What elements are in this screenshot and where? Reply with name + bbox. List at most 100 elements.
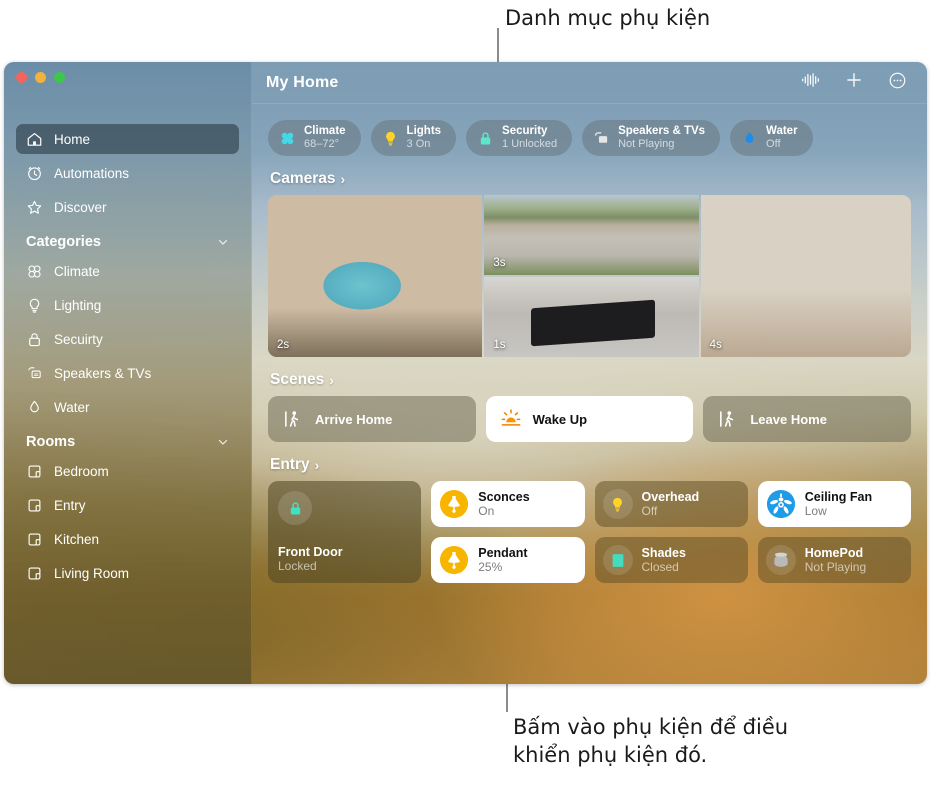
close-button[interactable]	[16, 72, 27, 83]
page-title: My Home	[266, 73, 339, 91]
chip-climate-label: Climate	[304, 125, 346, 138]
sidebar-item-home[interactable]: Home	[16, 124, 239, 154]
homepod-icon	[765, 545, 796, 575]
accessory-status-homepod: Not Playing	[804, 560, 867, 575]
accessory-sconces[interactable]: Sconces On	[431, 481, 585, 527]
camera-tile-garage[interactable]: 1s	[484, 277, 699, 357]
speaker-tv-icon	[26, 365, 43, 382]
toolbar-actions	[801, 71, 907, 95]
section-header-entry[interactable]: Entry ›	[270, 456, 911, 474]
sidebar-item-security[interactable]: Secuirty	[16, 324, 239, 354]
droplet-icon	[741, 130, 758, 147]
scene-arrive-home[interactable]: Arrive Home	[268, 396, 476, 442]
sidebar-section-rooms[interactable]: Rooms	[26, 434, 229, 450]
sidebar-item-discover[interactable]: Discover	[16, 192, 239, 222]
section-header-scenes[interactable]: Scenes ›	[270, 371, 911, 389]
chip-speakers-status: Not Playing	[618, 138, 675, 151]
scene-label-wake-up: Wake Up	[532, 411, 588, 427]
sidebar-item-living-room[interactable]: Living Room	[16, 558, 239, 588]
chip-security[interactable]: Security 1 Unlocked	[466, 120, 573, 156]
scene-wake-up[interactable]: Wake Up	[485, 396, 694, 442]
screenshot-root: Danh mục phụ kiện Bấm vào phụ kiện để đi…	[0, 0, 931, 785]
maximize-button[interactable]	[54, 72, 65, 83]
chip-water[interactable]: Water Off	[730, 120, 813, 156]
sidebar-label-automations: Automations	[54, 165, 130, 181]
accessory-homepod[interactable]: HomePod Not Playing	[757, 537, 911, 583]
sunrise-icon	[500, 408, 522, 430]
sidebar-item-climate[interactable]: Climate	[16, 256, 239, 286]
accessory-status-shades: Closed	[641, 560, 679, 575]
camera-tile-driveway[interactable]: 3s	[484, 195, 699, 275]
accessory-overhead[interactable]: Overhead Off	[594, 481, 748, 527]
minimize-button[interactable]	[35, 72, 46, 83]
chevron-right-icon: ›	[314, 457, 320, 473]
sidebar-section-categories[interactable]: Categories	[26, 234, 229, 250]
camera-tile-living-room[interactable]: 4s	[700, 195, 911, 357]
bulb-icon	[602, 489, 633, 519]
callout-top-label: Danh mục phụ kiện	[505, 6, 711, 30]
chevron-down-icon	[217, 236, 229, 248]
accessory-pendant[interactable]: Pendant 25%	[431, 537, 585, 583]
section-header-cameras[interactable]: Cameras ›	[270, 170, 911, 188]
status-chip-row: Climate 68–72° Lights 3 On Security 1 Un…	[268, 120, 911, 156]
chip-lights-label: Lights	[406, 125, 442, 138]
sidebar-label-bedroom: Bedroom	[54, 463, 109, 479]
lock-icon	[26, 331, 43, 348]
scene-row: Arrive Home Wake Up Leave Home	[268, 396, 912, 442]
chevron-right-icon: ›	[340, 171, 346, 187]
sidebar-item-entry[interactable]: Entry	[16, 490, 239, 520]
accessory-status-pendant: 25%	[478, 560, 503, 575]
room-icon	[26, 531, 43, 548]
chip-speakers-tvs[interactable]: Speakers & TVs Not Playing	[582, 120, 721, 156]
accessory-label-front-door: Front Door	[278, 545, 343, 559]
accessory-column-4: Ceiling Fan Low HomePod Not Playing	[757, 481, 911, 583]
more-options-icon[interactable]	[888, 71, 907, 95]
bulb-icon	[26, 297, 43, 314]
audio-waveform-icon[interactable]	[801, 72, 820, 93]
accessory-ceiling-fan[interactable]: Ceiling Fan Low	[757, 481, 911, 527]
sidebar-item-speakers-tvs[interactable]: Speakers & TVs	[16, 358, 239, 388]
scene-leave-home[interactable]: Leave Home	[703, 396, 912, 442]
room-icon	[26, 497, 43, 514]
callout-bottom-label: Bấm vào phụ kiện để điều khiển phụ kiện đ…	[513, 713, 788, 769]
accessory-status-overhead: Off	[641, 504, 658, 519]
chip-lights-status: 3 On	[406, 138, 431, 151]
accessory-status-ceiling-fan: Low	[804, 504, 827, 519]
accessory-text: Ceiling Fan Low	[805, 490, 872, 519]
accessory-text: HomePod Not Playing	[805, 546, 866, 575]
accessory-text: Front Door Locked	[278, 545, 411, 573]
room-icon	[26, 565, 43, 582]
sidebar-item-water[interactable]: Water	[16, 392, 239, 422]
accessory-text: Shades Closed	[642, 546, 686, 575]
sidebar-item-automations[interactable]: Automations	[16, 158, 239, 188]
sidebar-categories-title: Categories	[26, 234, 101, 250]
accessory-front-door[interactable]: Front Door Locked	[268, 481, 422, 583]
camera-tile-pool[interactable]: 2s	[268, 195, 483, 357]
sidebar-nav: Home Automations Discover Categories Cli…	[4, 124, 251, 592]
sidebar-item-bedroom[interactable]: Bedroom	[16, 456, 239, 486]
chip-climate[interactable]: Climate 68–72°	[268, 120, 361, 156]
accessory-label-pendant: Pendant	[478, 545, 528, 560]
lamp-icon	[439, 489, 469, 519]
sidebar-label-speakers-tvs: Speakers & TVs	[54, 365, 152, 381]
toolbar: My Home	[252, 62, 927, 104]
section-title-cameras: Cameras	[270, 170, 336, 187]
sidebar: Home Automations Discover Categories Cli…	[4, 62, 252, 684]
camera-column-middle: 3s 1s	[484, 195, 699, 357]
room-icon	[26, 463, 43, 480]
camera-image-driveway	[484, 195, 699, 275]
scene-label-arrive-home: Arrive Home	[315, 411, 393, 427]
accessory-shades[interactable]: Shades Closed	[594, 537, 748, 583]
chip-security-status: 1 Unlocked	[502, 138, 558, 151]
lamp-icon	[439, 545, 469, 575]
chip-text: Security 1 Unlocked	[502, 125, 557, 150]
walking-person-icon	[282, 408, 304, 430]
accessory-text: Pendant 25%	[478, 546, 527, 575]
chip-lights[interactable]: Lights 3 On	[370, 120, 457, 156]
section-title-entry: Entry	[270, 456, 310, 473]
chip-text: Climate 68–72°	[304, 125, 346, 150]
chip-text: Speakers & TVs Not Playing	[618, 125, 705, 150]
sidebar-item-lighting[interactable]: Lighting	[16, 290, 239, 320]
add-icon[interactable]	[845, 71, 863, 94]
sidebar-item-kitchen[interactable]: Kitchen	[16, 524, 239, 554]
